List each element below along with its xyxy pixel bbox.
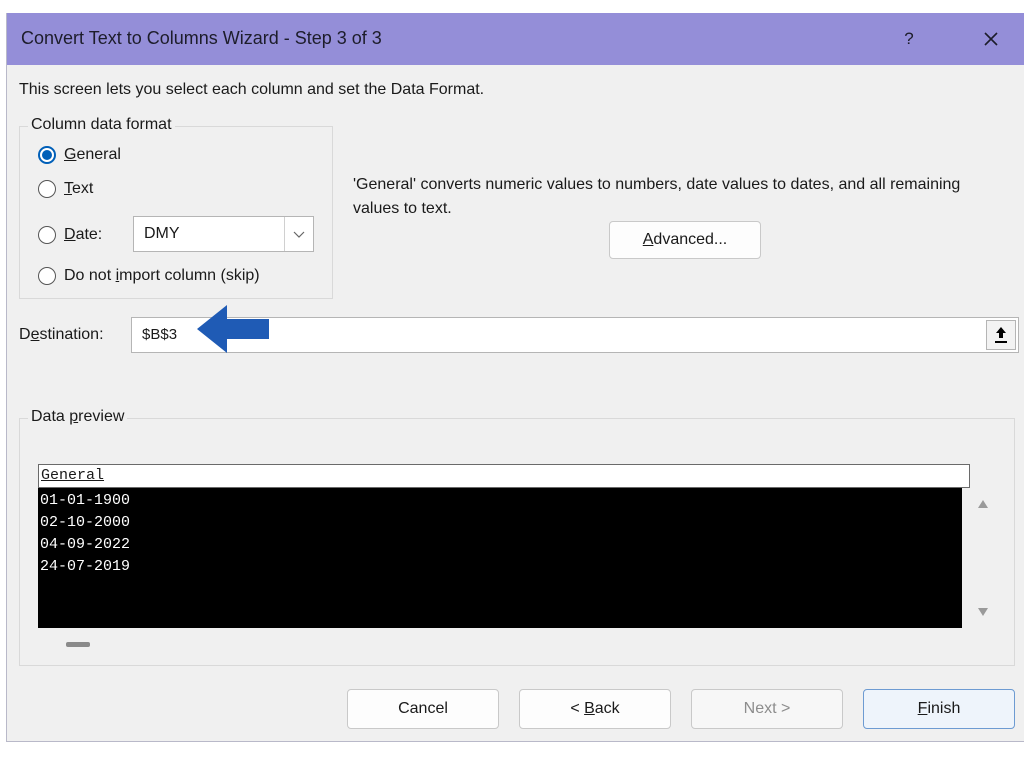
preview-column-header[interactable]: General xyxy=(38,464,970,488)
finish-button[interactable]: Finish xyxy=(863,689,1015,729)
data-preview-group: Data preview General 01-01-1900 02-10-20… xyxy=(19,408,1015,666)
preview-row: 04-09-2022 xyxy=(40,536,131,553)
scroll-up-arrow-icon[interactable] xyxy=(978,500,988,508)
chevron-down-icon xyxy=(293,231,305,238)
instructions-text: This screen lets you select each column … xyxy=(19,81,485,98)
cancel-button[interactable]: Cancel xyxy=(347,689,499,729)
radio-skip-label: Do not import column (skip) xyxy=(64,267,260,284)
preview-row: 24-07-2019 xyxy=(40,558,131,575)
radio-skip[interactable]: Do not import column (skip) xyxy=(38,264,260,288)
radio-text-label: Text xyxy=(64,180,94,197)
destination-label: Destination: xyxy=(19,326,104,343)
column-data-format-group: Column data format General Text Date: DM… xyxy=(19,116,333,299)
advanced-button[interactable]: Advanced... xyxy=(609,221,761,259)
format-description: 'General' converts numeric values to num… xyxy=(353,176,961,217)
date-format-dropdown-button[interactable] xyxy=(284,217,313,251)
annotation-arrow-icon xyxy=(197,305,269,353)
radio-date-label: Date: xyxy=(64,226,103,243)
preview-data-grid[interactable]: 01-01-1900 02-10-2000 04-09-2022 24-07-2… xyxy=(38,488,962,628)
radio-general-label: General xyxy=(64,146,121,163)
column-data-format-legend: Column data format xyxy=(28,116,175,134)
back-button[interactable]: < Back xyxy=(519,689,671,729)
title-bar[interactable]: Convert Text to Columns Wizard - Step 3 … xyxy=(7,13,1024,65)
close-button[interactable] xyxy=(969,23,1013,55)
date-format-select[interactable]: DMY xyxy=(133,216,314,252)
radio-general-indicator[interactable] xyxy=(38,146,56,164)
text-to-columns-dialog: Convert Text to Columns Wizard - Step 3 … xyxy=(6,13,1024,742)
radio-date[interactable]: Date: xyxy=(38,223,102,247)
radio-skip-indicator[interactable] xyxy=(38,267,56,285)
radio-general[interactable]: General xyxy=(38,143,121,167)
next-button[interactable]: Next > xyxy=(691,689,843,729)
destination-value: $B$3 xyxy=(142,326,178,343)
preview-row: 01-01-1900 xyxy=(40,492,131,509)
preview-row: 02-10-2000 xyxy=(40,514,131,531)
radio-text-indicator[interactable] xyxy=(38,180,56,198)
window-title: Convert Text to Columns Wizard - Step 3 … xyxy=(21,28,382,48)
date-format-value: DMY xyxy=(144,225,180,242)
preview-vertical-scrollbar[interactable] xyxy=(970,488,996,628)
close-icon xyxy=(984,32,998,46)
data-preview-legend: Data preview xyxy=(28,408,128,426)
radio-date-indicator[interactable] xyxy=(38,226,56,244)
help-icon: ? xyxy=(904,29,914,48)
upload-arrow-icon xyxy=(995,327,1007,343)
preview-horizontal-scrollbar-thumb[interactable] xyxy=(66,642,90,647)
collapse-dialog-button[interactable] xyxy=(986,320,1016,350)
radio-text[interactable]: Text xyxy=(38,177,93,201)
help-button[interactable]: ? xyxy=(887,23,931,55)
scroll-down-arrow-icon[interactable] xyxy=(978,608,988,616)
